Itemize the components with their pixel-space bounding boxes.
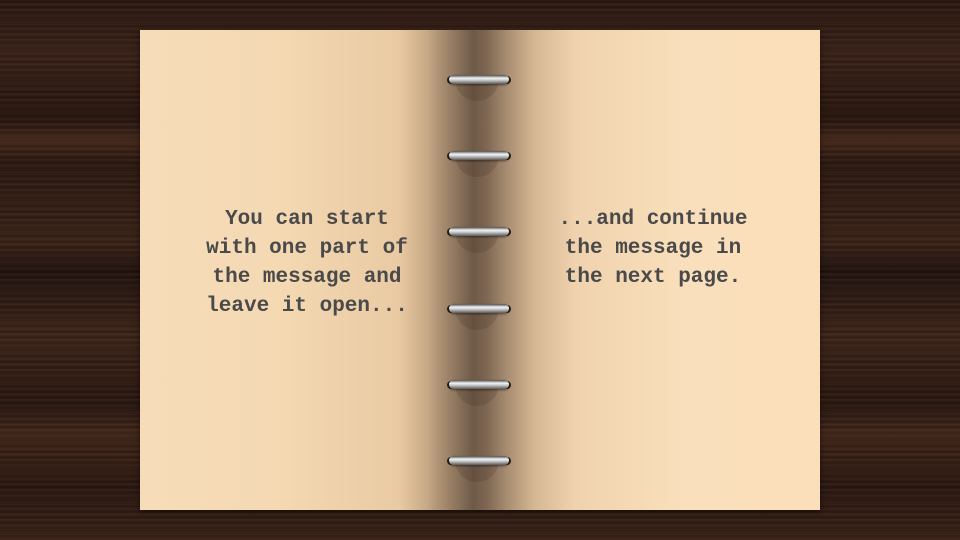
spiral-ring-icon (447, 227, 513, 255)
right-page-text: ...and continue the message in the next … (558, 208, 748, 289)
spiral-ring-icon (447, 304, 513, 332)
spiral-ring-icon (447, 75, 513, 103)
open-notebook: You can start with one part of the messa… (140, 30, 820, 510)
spiral-ring-icon (447, 380, 513, 408)
spiral-ring-icon (447, 151, 513, 179)
spiral-ring-icon (447, 456, 513, 484)
left-page-text: You can start with one part of the messa… (206, 208, 408, 318)
